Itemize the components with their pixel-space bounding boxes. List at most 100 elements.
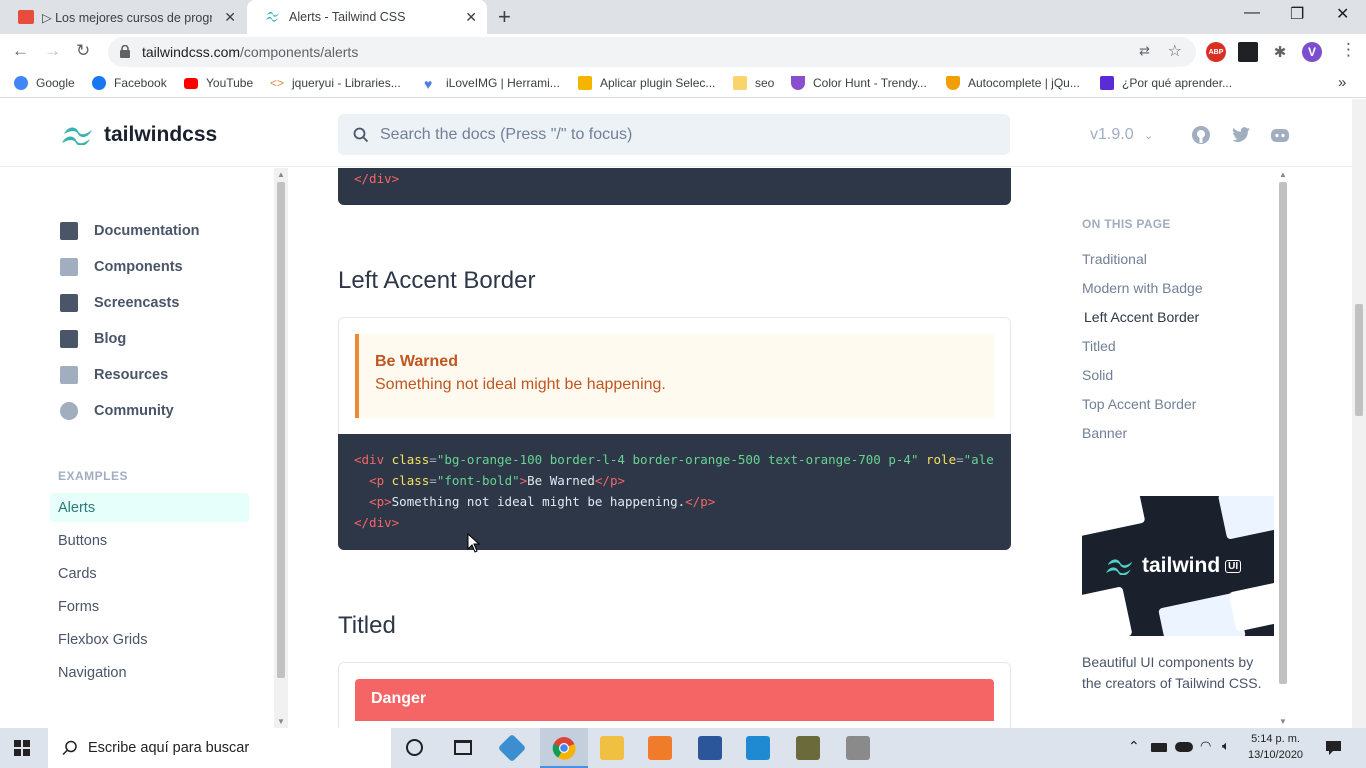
new-tab-button[interactable]: + bbox=[498, 4, 511, 30]
toc-link-solid[interactable]: Solid bbox=[1082, 367, 1113, 383]
browser-tab-alerts[interactable]: Alerts - Tailwind CSS ✕ bbox=[247, 0, 487, 34]
close-tab-icon[interactable]: ✕ bbox=[465, 9, 477, 26]
back-arrow-icon[interactable]: ← bbox=[12, 41, 29, 61]
version-select[interactable]: v1.9.0 ⌄ bbox=[1090, 126, 1153, 144]
search-placeholder: Search the docs (Press "/" to focus) bbox=[380, 125, 633, 143]
cube-icon bbox=[60, 258, 78, 276]
scroll-up-arrow-icon[interactable]: ▲ bbox=[1279, 170, 1287, 179]
translate-icon[interactable]: ⇄ bbox=[1139, 43, 1150, 59]
sidebar-scrollbar[interactable]: ▲ ▼ bbox=[274, 168, 288, 728]
bookmark-plugin[interactable]: Aplicar plugin Selec... bbox=[578, 76, 715, 90]
toc-link-titled[interactable]: Titled bbox=[1082, 338, 1116, 354]
sidebar-item-documentation[interactable]: Documentation bbox=[60, 222, 200, 240]
sidebar-item-blog[interactable]: Blog bbox=[60, 330, 126, 348]
page-scroll-thumb[interactable] bbox=[1355, 304, 1363, 416]
on-this-page-heading: ON THIS PAGE bbox=[1082, 217, 1171, 231]
toc-scrollbar[interactable]: ▲ ▼ bbox=[1276, 168, 1290, 728]
toc-link-left-accent-border[interactable]: Left Accent Border bbox=[1084, 309, 1199, 325]
folder-icon bbox=[733, 76, 747, 90]
example-link-cards[interactable]: Cards bbox=[50, 559, 249, 588]
git-app-icon[interactable] bbox=[497, 733, 527, 763]
onedrive-cloud-icon[interactable] bbox=[1175, 742, 1193, 752]
example-link-buttons[interactable]: Buttons bbox=[50, 526, 249, 555]
alert-title: Danger bbox=[371, 690, 427, 707]
app-icon[interactable] bbox=[796, 736, 820, 760]
example-link-forms[interactable]: Forms bbox=[50, 592, 249, 621]
scroll-down-arrow-icon[interactable]: ▼ bbox=[277, 717, 285, 726]
forward-arrow-icon[interactable]: → bbox=[44, 41, 61, 61]
xampp-icon[interactable] bbox=[648, 736, 672, 760]
bookmark-seo[interactable]: seo bbox=[733, 76, 774, 90]
example-link-navigation[interactable]: Navigation bbox=[50, 658, 249, 687]
toc-link-banner[interactable]: Banner bbox=[1082, 425, 1127, 441]
bookmark-colorhunt[interactable]: Color Hunt - Trendy... bbox=[791, 76, 927, 90]
site-logo[interactable]: tailwindcss bbox=[62, 123, 217, 147]
bookmark-google[interactable]: Google bbox=[14, 76, 75, 90]
github-icon[interactable] bbox=[1191, 125, 1211, 145]
examples-heading: EXAMPLES bbox=[58, 469, 129, 483]
notifications-icon[interactable] bbox=[1325, 740, 1342, 756]
bookmark-facebook[interactable]: Facebook bbox=[92, 76, 167, 90]
twitter-icon[interactable] bbox=[1231, 125, 1251, 145]
sidebar-item-community[interactable]: Community bbox=[60, 402, 174, 420]
ad-card-decor bbox=[1082, 586, 1133, 636]
docs-search-input[interactable]: Search the docs (Press "/" to focus) bbox=[338, 114, 1010, 155]
example-link-alerts[interactable]: Alerts bbox=[50, 493, 249, 522]
scroll-down-arrow-icon[interactable]: ▼ bbox=[1279, 717, 1287, 726]
discord-icon[interactable] bbox=[1270, 125, 1290, 145]
wifi-icon[interactable]: ◠ bbox=[1200, 738, 1211, 754]
clock-date: 13/10/2020 bbox=[1248, 749, 1304, 761]
ad-caption[interactable]: Beautiful UI components by the creators … bbox=[1082, 652, 1272, 694]
address-bar[interactable]: tailwindcss.com/components/alerts ⇄ ☆ bbox=[108, 37, 1196, 67]
bookmark-youtube[interactable]: YouTube bbox=[184, 76, 253, 90]
qr-code-icon[interactable] bbox=[1238, 42, 1258, 62]
alert-danger-header: Danger bbox=[355, 679, 994, 721]
bookmarks-bar: Google Facebook YouTube <> jqueryui - Lib… bbox=[0, 70, 1366, 98]
taskbar-search-input[interactable]: Escribe aquí para buscar bbox=[48, 728, 391, 768]
task-view-icon[interactable] bbox=[454, 740, 472, 755]
sidebar-item-components[interactable]: Components bbox=[60, 258, 183, 276]
close-tab-icon[interactable]: ✕ bbox=[224, 9, 236, 26]
restore-button[interactable]: ❐ bbox=[1290, 4, 1304, 24]
battery-icon[interactable] bbox=[1151, 743, 1167, 752]
extensions-puzzle-icon[interactable]: ✱ bbox=[1270, 42, 1290, 62]
bookmark-autocomplete[interactable]: Autocomplete | jQu... bbox=[946, 76, 1080, 90]
bookmark-porque[interactable]: ¿Por qué aprender... bbox=[1100, 76, 1232, 90]
sidebar-item-resources[interactable]: Resources bbox=[60, 366, 168, 384]
bookmark-jqueryui[interactable]: <> jqueryui - Libraries... bbox=[270, 76, 401, 90]
reload-icon[interactable]: ↻ bbox=[76, 41, 90, 61]
taskbar-chrome-active[interactable] bbox=[540, 728, 588, 768]
heart-icon: ♥ bbox=[424, 76, 433, 92]
toc-link-top-accent-border[interactable]: Top Accent Border bbox=[1082, 396, 1196, 412]
example-link-flexbox-grids[interactable]: Flexbox Grids bbox=[50, 625, 249, 654]
word-icon[interactable] bbox=[698, 736, 722, 760]
sidebar-item-screencasts[interactable]: Screencasts bbox=[60, 294, 179, 312]
file-explorer-icon[interactable] bbox=[600, 736, 624, 760]
scroll-up-arrow-icon[interactable]: ▲ bbox=[277, 170, 285, 179]
browser-tab-cursos[interactable]: ▷ Los mejores cursos de program ✕ bbox=[0, 0, 246, 34]
app-icon[interactable] bbox=[846, 736, 870, 760]
menu-kebab-icon[interactable]: ⋮ bbox=[1340, 40, 1357, 60]
cortana-circle-icon[interactable] bbox=[406, 739, 423, 756]
profile-avatar[interactable]: V bbox=[1302, 42, 1322, 62]
adblock-icon[interactable]: ABP bbox=[1206, 42, 1226, 62]
volume-icon[interactable]: 🔈︎ bbox=[1222, 738, 1230, 754]
toc-link-modern-with-badge[interactable]: Modern with Badge bbox=[1082, 280, 1203, 296]
section-title-left-accent: Left Accent Border bbox=[338, 267, 536, 294]
close-window-button[interactable]: ✕ bbox=[1336, 4, 1349, 24]
toc-scroll-thumb[interactable] bbox=[1279, 182, 1287, 684]
tailwind-ui-ad-image[interactable]: tailwind UI bbox=[1082, 496, 1274, 636]
tab-label: Alerts - Tailwind CSS bbox=[289, 10, 406, 24]
bookmark-star-icon[interactable]: ☆ bbox=[1168, 41, 1182, 61]
more-bookmarks-chevron-icon[interactable]: » bbox=[1338, 74, 1346, 91]
toc-link-traditional[interactable]: Traditional bbox=[1082, 251, 1147, 267]
page-scrollbar[interactable] bbox=[1352, 99, 1366, 728]
vscode-icon[interactable] bbox=[746, 736, 770, 760]
tray-chevron-up-icon[interactable]: ⌃ bbox=[1128, 738, 1140, 755]
bookmark-iloveimg[interactable]: ♥ iLoveIMG | Herrami... bbox=[424, 76, 560, 92]
taskbar-clock[interactable]: 5:14 p. m. 13/10/2020 bbox=[1248, 731, 1303, 763]
minimize-button[interactable]: — bbox=[1244, 4, 1260, 22]
tailwind-favicon-icon bbox=[265, 10, 281, 24]
windows-start-icon[interactable] bbox=[14, 740, 30, 756]
sidebar-scroll-thumb[interactable] bbox=[277, 182, 285, 678]
